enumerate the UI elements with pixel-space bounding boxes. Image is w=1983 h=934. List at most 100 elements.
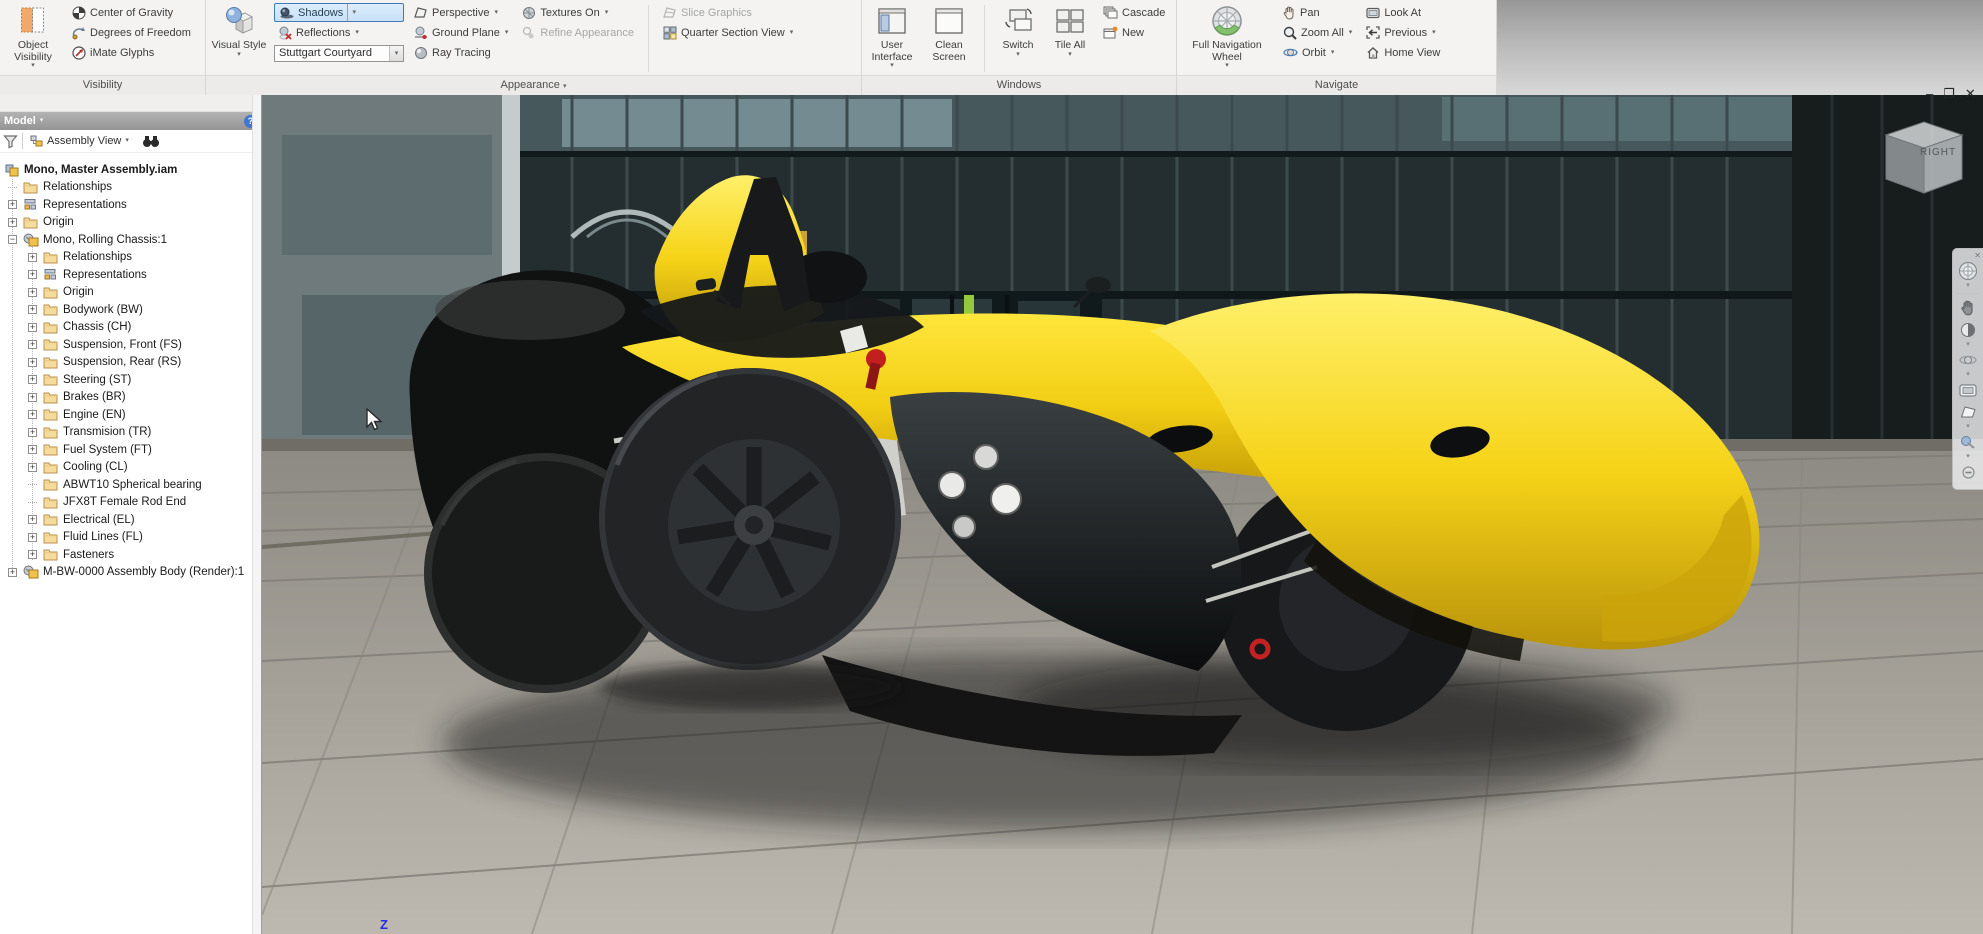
expand-icon[interactable]: + bbox=[28, 288, 37, 297]
chevron-down-icon[interactable]: ▾ bbox=[40, 118, 44, 124]
expand-icon[interactable]: + bbox=[28, 340, 37, 349]
full-navigation-wheel-icon[interactable] bbox=[1953, 260, 1983, 282]
expand-icon[interactable]: + bbox=[28, 445, 37, 454]
user-interface-button[interactable]: User Interface ▾ bbox=[866, 2, 918, 72]
environment-caret[interactable]: ▾ bbox=[389, 46, 403, 61]
environment-select[interactable]: Stuttgart Courtyard ▾ bbox=[274, 45, 404, 62]
zoom-all-button[interactable]: Zoom All ▾ bbox=[1279, 23, 1356, 42]
expand-icon[interactable]: + bbox=[8, 218, 17, 227]
tree-item[interactable]: +Representations bbox=[0, 196, 261, 214]
viewcube[interactable]: RIGHT bbox=[1874, 113, 1974, 199]
tree-item[interactable]: +Engine (EN) bbox=[0, 406, 261, 424]
pan-button[interactable]: Pan bbox=[1279, 3, 1356, 22]
orbit-button[interactable]: Orbit ▾ bbox=[1279, 43, 1356, 62]
minimize-icon[interactable]: – bbox=[1926, 86, 1933, 102]
collapse-icon[interactable] bbox=[1953, 461, 1983, 483]
collapse-icon[interactable]: − bbox=[8, 235, 17, 244]
expand-icon[interactable]: + bbox=[28, 463, 37, 472]
pan-hand-icon[interactable] bbox=[1953, 297, 1983, 319]
expand-icon[interactable]: + bbox=[28, 410, 37, 419]
dropdown-caret[interactable]: ▾ bbox=[1966, 453, 1970, 461]
close-icon[interactable]: ✕ bbox=[1965, 86, 1976, 102]
tree-item[interactable]: +Steering (ST) bbox=[0, 371, 261, 389]
tree-item[interactable]: +Transmision (TR) bbox=[0, 424, 261, 442]
tree-item[interactable]: +M-BW-0000 Assembly Body (Render):1 bbox=[0, 564, 261, 582]
quarter-section-view-button[interactable]: Quarter Section View ▾ bbox=[659, 23, 797, 42]
tree-item[interactable]: +Bodywork (BW) bbox=[0, 301, 261, 319]
perspective-icon[interactable] bbox=[1953, 401, 1983, 423]
expand-icon[interactable]: + bbox=[28, 393, 37, 402]
expand-icon[interactable]: + bbox=[28, 323, 37, 332]
expand-icon[interactable]: + bbox=[28, 515, 37, 524]
tile-all-button[interactable]: Tile All ▾ bbox=[1047, 2, 1093, 72]
tree-item[interactable]: +Origin bbox=[0, 214, 261, 232]
imate-glyphs-button[interactable]: iMate Glyphs bbox=[68, 43, 195, 62]
previous-view-button[interactable]: Previous ▾ bbox=[1362, 23, 1444, 42]
tree-item[interactable]: +Fuel System (FT) bbox=[0, 441, 261, 459]
visual-style-icon[interactable] bbox=[1953, 431, 1983, 453]
expand-icon[interactable]: + bbox=[28, 253, 37, 262]
degrees-of-freedom-button[interactable]: Degrees of Freedom bbox=[68, 23, 195, 42]
perspective-button[interactable]: Perspective ▾ bbox=[410, 3, 512, 22]
visual-style-button[interactable]: Visual Style ▾ bbox=[210, 2, 268, 72]
expand-icon[interactable]: + bbox=[28, 358, 37, 367]
center-of-gravity-button[interactable]: Center of Gravity bbox=[68, 3, 195, 22]
expand-icon[interactable]: + bbox=[28, 428, 37, 437]
look-at-button[interactable]: Look At bbox=[1362, 3, 1444, 22]
switch-button[interactable]: Switch ▾ bbox=[995, 2, 1041, 72]
shadows-toggle[interactable]: Shadows ▾ bbox=[274, 3, 404, 22]
look-at-icon[interactable] bbox=[1953, 379, 1983, 401]
assembly-view-dropdown[interactable]: Assembly View ▾ bbox=[27, 134, 132, 148]
expand-icon[interactable]: + bbox=[8, 568, 17, 577]
tree-item[interactable]: +Suspension, Rear (RS) bbox=[0, 354, 261, 372]
viewcube-face-label[interactable]: RIGHT bbox=[1920, 147, 1956, 158]
tree-item[interactable]: +Electrical (EL) bbox=[0, 511, 261, 529]
search-icon[interactable] bbox=[142, 135, 160, 148]
tree-item[interactable]: JFX8T Female Rod End bbox=[0, 494, 261, 512]
navigation-bar[interactable]: ✕ ▾ ▾ ▾ ▾ ▾ bbox=[1952, 248, 1983, 490]
dropdown-caret[interactable]: ▾ bbox=[1966, 423, 1970, 431]
panel-scrollbar[interactable] bbox=[252, 95, 261, 934]
expand-icon[interactable]: + bbox=[8, 200, 17, 209]
object-visibility-button[interactable]: Object Visibility ▾ bbox=[4, 2, 62, 72]
tree-item[interactable]: +Cooling (CL) bbox=[0, 459, 261, 477]
filter-icon[interactable] bbox=[3, 134, 18, 149]
tree-item[interactable]: +Representations bbox=[0, 266, 261, 284]
reflections-button[interactable]: Reflections ▾ bbox=[274, 23, 404, 42]
close-icon[interactable]: ✕ bbox=[1974, 251, 1981, 260]
expand-icon[interactable]: + bbox=[28, 305, 37, 314]
zoom-icon[interactable] bbox=[1953, 319, 1983, 341]
tree-item[interactable]: +Fasteners bbox=[0, 546, 261, 564]
ray-tracing-button[interactable]: Ray Tracing bbox=[410, 43, 512, 62]
tree-item[interactable]: +Suspension, Front (FS) bbox=[0, 336, 261, 354]
expand-icon[interactable]: + bbox=[28, 375, 37, 384]
new-window-button[interactable]: New bbox=[1099, 23, 1169, 42]
dropdown-caret[interactable]: ▾ bbox=[1966, 371, 1970, 379]
group-label-appearance[interactable]: Appearance ▾ bbox=[206, 75, 861, 95]
expand-icon[interactable]: + bbox=[28, 550, 37, 559]
tree-item[interactable]: +Fluid Lines (FL) bbox=[0, 529, 261, 547]
home-view-button[interactable]: Home View bbox=[1362, 43, 1444, 62]
ground-plane-button[interactable]: Ground Plane ▾ bbox=[410, 23, 512, 42]
dropdown-caret[interactable]: ▾ bbox=[1966, 282, 1970, 290]
full-navigation-wheel-button[interactable]: Full Navigation Wheel ▾ bbox=[1181, 2, 1273, 72]
tree-item[interactable]: −Mono, Rolling Chassis:1 bbox=[0, 231, 261, 249]
model-viewport[interactable] bbox=[262, 95, 1983, 934]
clean-screen-button[interactable]: Clean Screen bbox=[924, 2, 974, 72]
model-menu-button[interactable]: Model bbox=[4, 115, 36, 127]
tree-item[interactable]: +Relationships bbox=[0, 249, 261, 267]
cascade-button[interactable]: Cascade bbox=[1099, 3, 1169, 22]
tree-item[interactable]: +Chassis (CH) bbox=[0, 319, 261, 337]
tree-item[interactable]: Relationships bbox=[0, 179, 261, 197]
tree-item[interactable]: +Brakes (BR) bbox=[0, 389, 261, 407]
textures-on-button[interactable]: Textures On ▾ bbox=[518, 3, 638, 22]
expand-icon[interactable]: + bbox=[28, 533, 37, 542]
orbit-icon[interactable] bbox=[1953, 349, 1983, 371]
shadows-dropdown-caret[interactable]: ▾ bbox=[347, 4, 360, 21]
tree-item[interactable]: ABWT10 Spherical bearing bbox=[0, 476, 261, 494]
restore-icon[interactable]: ❐ bbox=[1943, 86, 1955, 102]
tree-item[interactable]: +Origin bbox=[0, 284, 261, 302]
expand-icon[interactable]: + bbox=[28, 270, 37, 279]
dropdown-caret[interactable]: ▾ bbox=[1966, 341, 1970, 349]
tree-item[interactable]: Mono, Master Assembly.iam bbox=[0, 161, 261, 179]
